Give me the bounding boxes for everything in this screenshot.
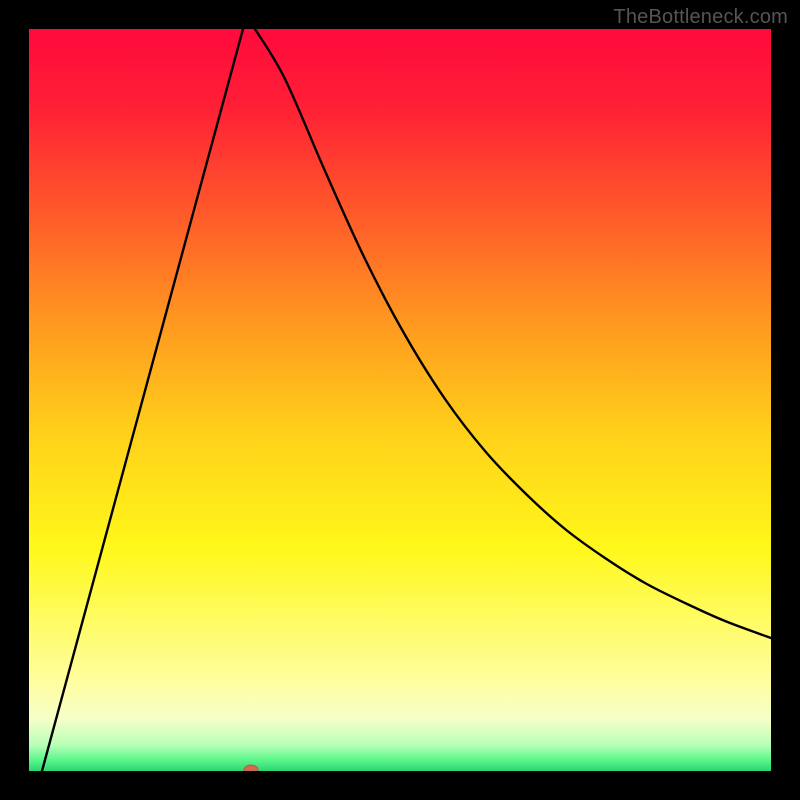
curve-layer — [29, 29, 771, 771]
left-branch-line — [42, 29, 243, 771]
plot-area — [29, 29, 771, 771]
chart-frame: TheBottleneck.com — [0, 0, 800, 800]
watermark-text: TheBottleneck.com — [613, 6, 788, 29]
right-branch-curve — [255, 29, 771, 638]
min-marker — [244, 765, 258, 771]
